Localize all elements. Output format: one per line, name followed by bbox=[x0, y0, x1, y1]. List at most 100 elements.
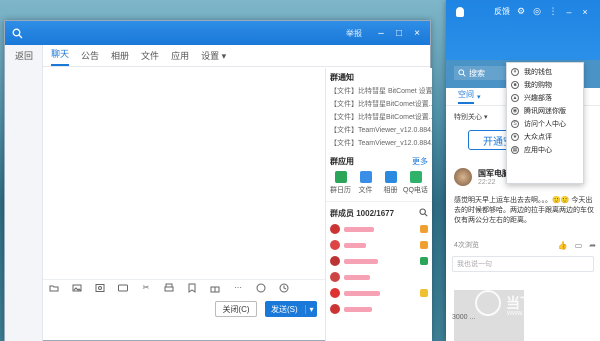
group-apps: 群日历 文件 相册 QQ电话 bbox=[326, 169, 432, 195]
s-icon: S bbox=[511, 119, 519, 128]
gift-icon[interactable] bbox=[208, 282, 222, 294]
minimize-icon[interactable]: – bbox=[564, 7, 574, 17]
minimize-button[interactable]: – bbox=[374, 28, 388, 39]
member-badge bbox=[420, 241, 428, 249]
share-icon[interactable]: ➦ bbox=[589, 241, 596, 250]
more-menu: ¥ 我的钱包 ■ 我的购物 ▲ 兴趣部落 ◉ 腾讯网迷你版 S 访问个人中心 ★ 大众点评 … bbox=[506, 62, 584, 184]
app-icon: ▦ bbox=[511, 145, 519, 154]
notice-item[interactable]: 【文件】比特彗星BitComet设置... bbox=[326, 98, 432, 111]
maximize-button[interactable]: □ bbox=[392, 28, 406, 39]
tab-qzone[interactable]: 空间 bbox=[458, 89, 474, 104]
post-stats: 4次浏览 👍 ▭ ➦ bbox=[454, 240, 596, 250]
member-name-blurred bbox=[344, 242, 366, 248]
member-name-blurred bbox=[344, 274, 370, 280]
app-album[interactable]: 相册 bbox=[378, 171, 403, 195]
more-icon[interactable]: ⋯ bbox=[231, 282, 245, 294]
avatar bbox=[330, 240, 340, 250]
menu-label: 我的购物 bbox=[524, 81, 552, 89]
app-label: 文件 bbox=[358, 187, 373, 194]
emoji-icon[interactable] bbox=[254, 282, 268, 294]
avatar[interactable] bbox=[454, 168, 472, 186]
chevron-down-icon[interactable]: ▾ bbox=[477, 93, 481, 101]
comment-icon[interactable]: ▭ bbox=[575, 241, 583, 250]
member-row[interactable] bbox=[326, 221, 432, 237]
group-info-pane: 群通知 【文件】比特彗星 BitComet 设置... 【文件】比特彗星BitC… bbox=[325, 68, 432, 341]
notice-item[interactable]: 【文件】TeamViewer_v12.0.884... bbox=[326, 124, 432, 137]
menu-item-wallet[interactable]: ¥ 我的钱包 bbox=[507, 65, 583, 78]
gif-icon[interactable] bbox=[116, 282, 130, 294]
comment-input[interactable]: 我也说一句 bbox=[452, 256, 594, 272]
tab-announcement[interactable]: 公告 bbox=[81, 49, 99, 66]
app-qq-call[interactable]: QQ电话 bbox=[403, 171, 428, 195]
feedback-link[interactable]: 反馈 bbox=[494, 6, 510, 17]
close-button[interactable]: 关闭(C) bbox=[215, 301, 257, 317]
tab-apps[interactable]: 应用 bbox=[171, 49, 189, 66]
avatar bbox=[330, 256, 340, 266]
tab-album[interactable]: 相册 bbox=[111, 49, 129, 66]
notice-item[interactable]: 【文件】比特彗星BitComet设置... bbox=[326, 111, 432, 124]
menu-item-tribe[interactable]: ▲ 兴趣部落 bbox=[507, 91, 583, 104]
app-label: QQ电话 bbox=[403, 187, 428, 194]
special-care-label[interactable]: 特别关心 ▾ bbox=[454, 112, 487, 122]
app-files[interactable]: 文件 bbox=[353, 171, 378, 195]
back-link[interactable]: 返回 bbox=[15, 49, 42, 62]
send-button[interactable]: 发送(S) ▾ bbox=[265, 301, 317, 317]
members-title: 群成员 1002/1677 bbox=[330, 209, 395, 218]
menu-item-dianping[interactable]: ★ 大众点评 bbox=[507, 130, 583, 143]
screenshot-icon[interactable] bbox=[93, 282, 107, 294]
qq-header: 反馈 ⚙ ◎ ⋮ – × bbox=[446, 0, 600, 60]
tab-settings-label: 设置 bbox=[201, 51, 220, 61]
search-members-icon[interactable] bbox=[419, 208, 428, 219]
clock-icon[interactable] bbox=[277, 282, 291, 294]
member-row[interactable] bbox=[326, 269, 432, 285]
search-icon bbox=[458, 69, 466, 77]
member-name-blurred bbox=[344, 226, 374, 232]
menu-item-personal-center[interactable]: S 访问个人中心 bbox=[507, 117, 583, 130]
avatar bbox=[330, 304, 340, 314]
member-badge bbox=[420, 257, 428, 265]
print-icon[interactable] bbox=[162, 282, 176, 294]
folder-icon[interactable] bbox=[47, 282, 61, 294]
member-row[interactable] bbox=[326, 285, 432, 301]
menu-label: 兴趣部落 bbox=[524, 94, 552, 102]
app-calendar[interactable]: 群日历 bbox=[328, 171, 353, 195]
message-area[interactable] bbox=[43, 68, 325, 298]
member-row[interactable] bbox=[326, 253, 432, 269]
like-icon[interactable]: 👍 bbox=[558, 241, 568, 250]
notice-item[interactable]: 【文件】比特彗星 BitComet 设置... bbox=[326, 85, 432, 98]
view-count: 4次浏览 bbox=[454, 242, 479, 249]
avatar bbox=[330, 288, 340, 298]
apps-more-link[interactable]: 更多 bbox=[412, 156, 428, 167]
member-row[interactable] bbox=[326, 301, 432, 317]
qq-search-box[interactable]: 搜索 bbox=[454, 66, 506, 80]
chat-tabs: 聊天 公告 相册 文件 应用 设置 ▾ bbox=[43, 45, 430, 67]
notice-item[interactable]: 【文件】TeamViewer_v12.0.884... bbox=[326, 137, 432, 150]
menu-item-mini-news[interactable]: ◉ 腾讯网迷你版 bbox=[507, 104, 583, 117]
bookmark-icon[interactable] bbox=[185, 282, 199, 294]
member-row[interactable] bbox=[326, 237, 432, 253]
send-options-caret[interactable]: ▾ bbox=[305, 304, 317, 314]
send-label: 发送(S) bbox=[271, 304, 298, 314]
more-vertical-icon[interactable]: ⋮ bbox=[548, 6, 558, 17]
report-link[interactable]: 举报 bbox=[346, 28, 362, 39]
menu-item-shopping[interactable]: ■ 我的购物 bbox=[507, 78, 583, 91]
tab-settings[interactable]: 设置 ▾ bbox=[201, 49, 226, 66]
tab-files[interactable]: 文件 bbox=[141, 49, 159, 66]
close-icon[interactable]: × bbox=[580, 7, 590, 17]
watermark-url: www.downxia.com bbox=[507, 310, 565, 317]
scissors-icon[interactable]: ✂ bbox=[139, 282, 153, 294]
shop-icon: ■ bbox=[511, 80, 519, 89]
tab-chat[interactable]: 聊天 bbox=[51, 47, 70, 66]
shirt-icon[interactable]: ⚙ bbox=[516, 6, 526, 17]
search-icon[interactable] bbox=[11, 27, 23, 39]
menu-label: 大众点评 bbox=[524, 133, 552, 141]
close-window-button[interactable]: × bbox=[410, 28, 424, 39]
group-notice-title: 群通知 bbox=[330, 73, 354, 82]
input-toolbar: ✂ ⋯ bbox=[43, 279, 325, 295]
calendar-icon bbox=[334, 171, 347, 183]
image-icon[interactable] bbox=[70, 282, 84, 294]
members-header: 群成员 1002/1677 bbox=[326, 201, 432, 221]
member-badge bbox=[420, 289, 428, 297]
menu-item-app-center[interactable]: ▦ 应用中心 bbox=[507, 143, 583, 156]
skin-icon[interactable]: ◎ bbox=[532, 6, 542, 17]
